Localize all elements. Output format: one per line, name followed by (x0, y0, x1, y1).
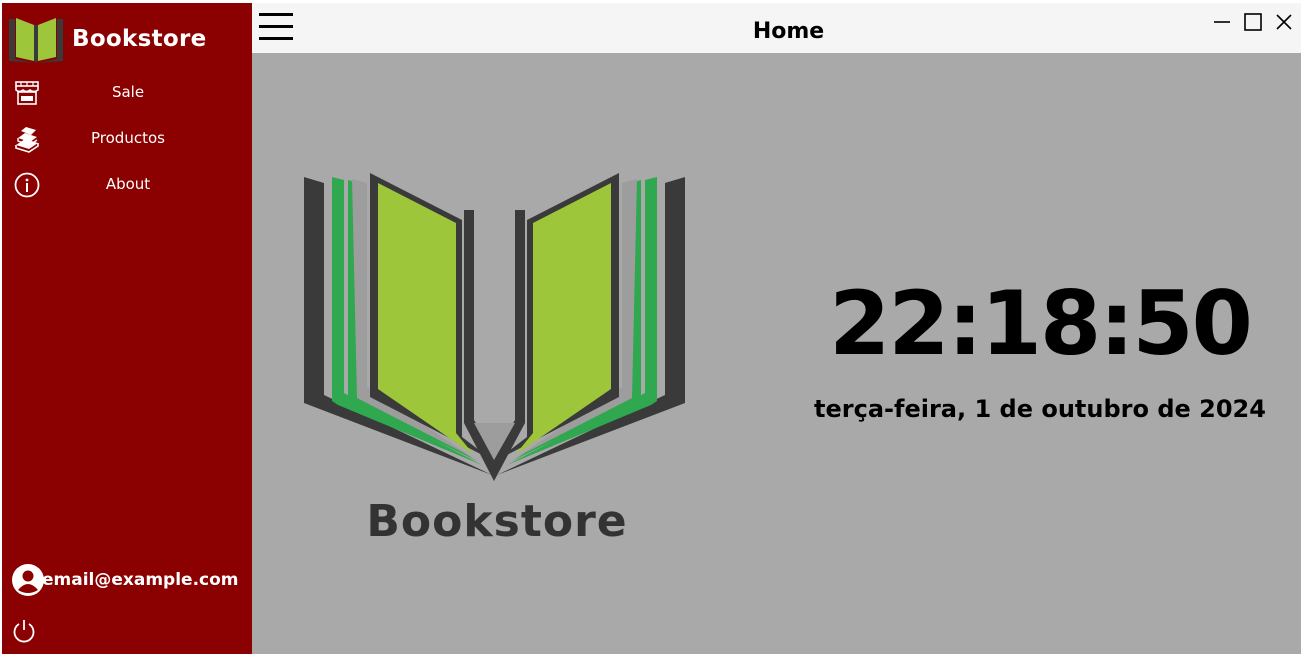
sidebar-item-label: Productos (91, 129, 165, 147)
sidebar-item-sale[interactable]: Sale (2, 72, 252, 112)
clock-date: terça-feira, 1 de outubro de 2024 (814, 395, 1266, 423)
bookstore-book-logo (304, 173, 685, 481)
sidebar: Bookstore Sale Productos About email@exa… (2, 3, 252, 654)
minimize-icon[interactable] (1210, 11, 1234, 33)
sidebar-item-about[interactable]: About (2, 164, 252, 204)
bookstore-logo-icon (9, 18, 63, 63)
logo-text: Bookstore (366, 496, 628, 547)
user-avatar-icon (12, 564, 44, 596)
maximize-icon[interactable] (1241, 11, 1265, 33)
app-window: Bookstore Sale Productos About email@exa… (2, 3, 1301, 654)
brand-name: Bookstore (72, 26, 207, 52)
user-info[interactable]: email@example.com (10, 563, 250, 597)
close-icon[interactable] (1272, 11, 1296, 33)
power-icon[interactable] (11, 618, 37, 644)
home-content: Bookstore 22:18:50 terça-feira, 1 de out… (252, 53, 1301, 654)
sidebar-item-productos[interactable]: Productos (2, 118, 252, 158)
sidebar-item-label: Sale (111, 83, 145, 101)
clock-time: 22:18:50 (829, 272, 1253, 375)
user-email: email@example.com (42, 570, 239, 590)
sidebar-item-label: About (105, 175, 151, 193)
header-bar: Home (252, 3, 1301, 53)
brand: Bookstore (6, 15, 207, 63)
